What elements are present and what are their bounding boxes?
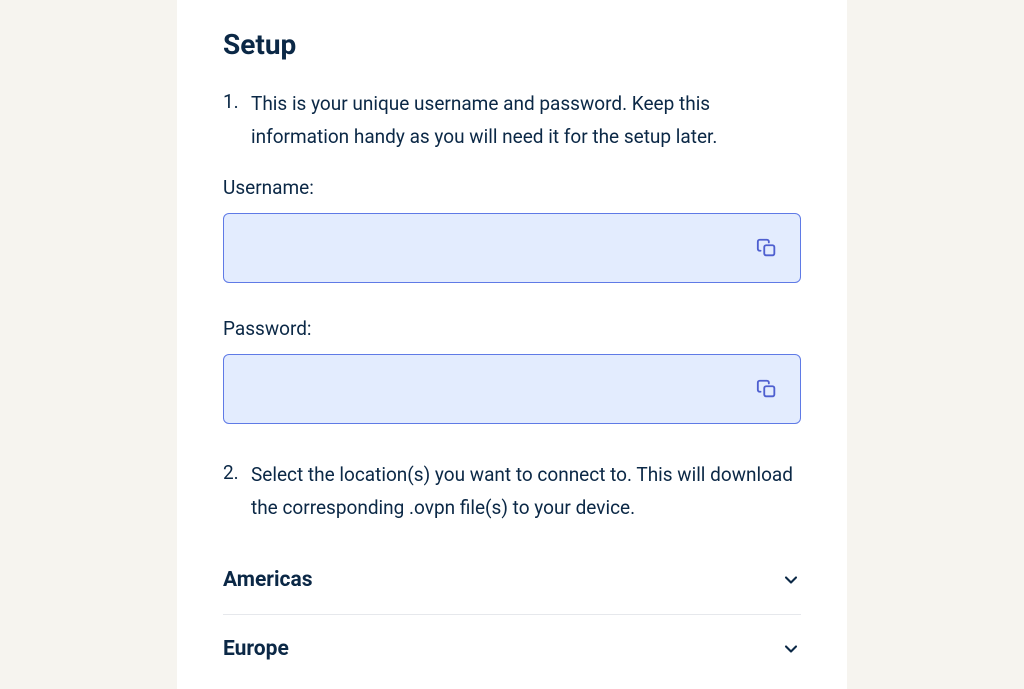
username-field[interactable] (223, 213, 801, 283)
step-1: 1. This is your unique username and pass… (223, 87, 801, 154)
page-title: Setup (223, 28, 801, 61)
copy-username-button[interactable] (756, 237, 778, 259)
step-1-text: This is your unique username and passwor… (251, 87, 801, 154)
password-field[interactable] (223, 354, 801, 424)
chevron-down-icon (781, 639, 801, 659)
regions-list: Americas Europe (223, 546, 801, 683)
step-2: 2. Select the location(s) you want to co… (223, 458, 801, 525)
password-label: Password: (223, 317, 801, 340)
region-americas[interactable]: Americas (223, 546, 801, 615)
chevron-down-icon (781, 570, 801, 590)
copy-password-button[interactable] (756, 378, 778, 400)
region-label: Americas (223, 568, 313, 592)
copy-icon (756, 237, 778, 259)
step-2-text: Select the location(s) you want to conne… (251, 458, 801, 525)
copy-icon (756, 378, 778, 400)
region-label: Europe (223, 637, 289, 661)
step-1-number: 1. (223, 87, 241, 154)
region-europe[interactable]: Europe (223, 615, 801, 683)
step-2-number: 2. (223, 458, 241, 525)
username-label: Username: (223, 176, 801, 199)
setup-panel: Setup 1. This is your unique username an… (177, 0, 847, 689)
